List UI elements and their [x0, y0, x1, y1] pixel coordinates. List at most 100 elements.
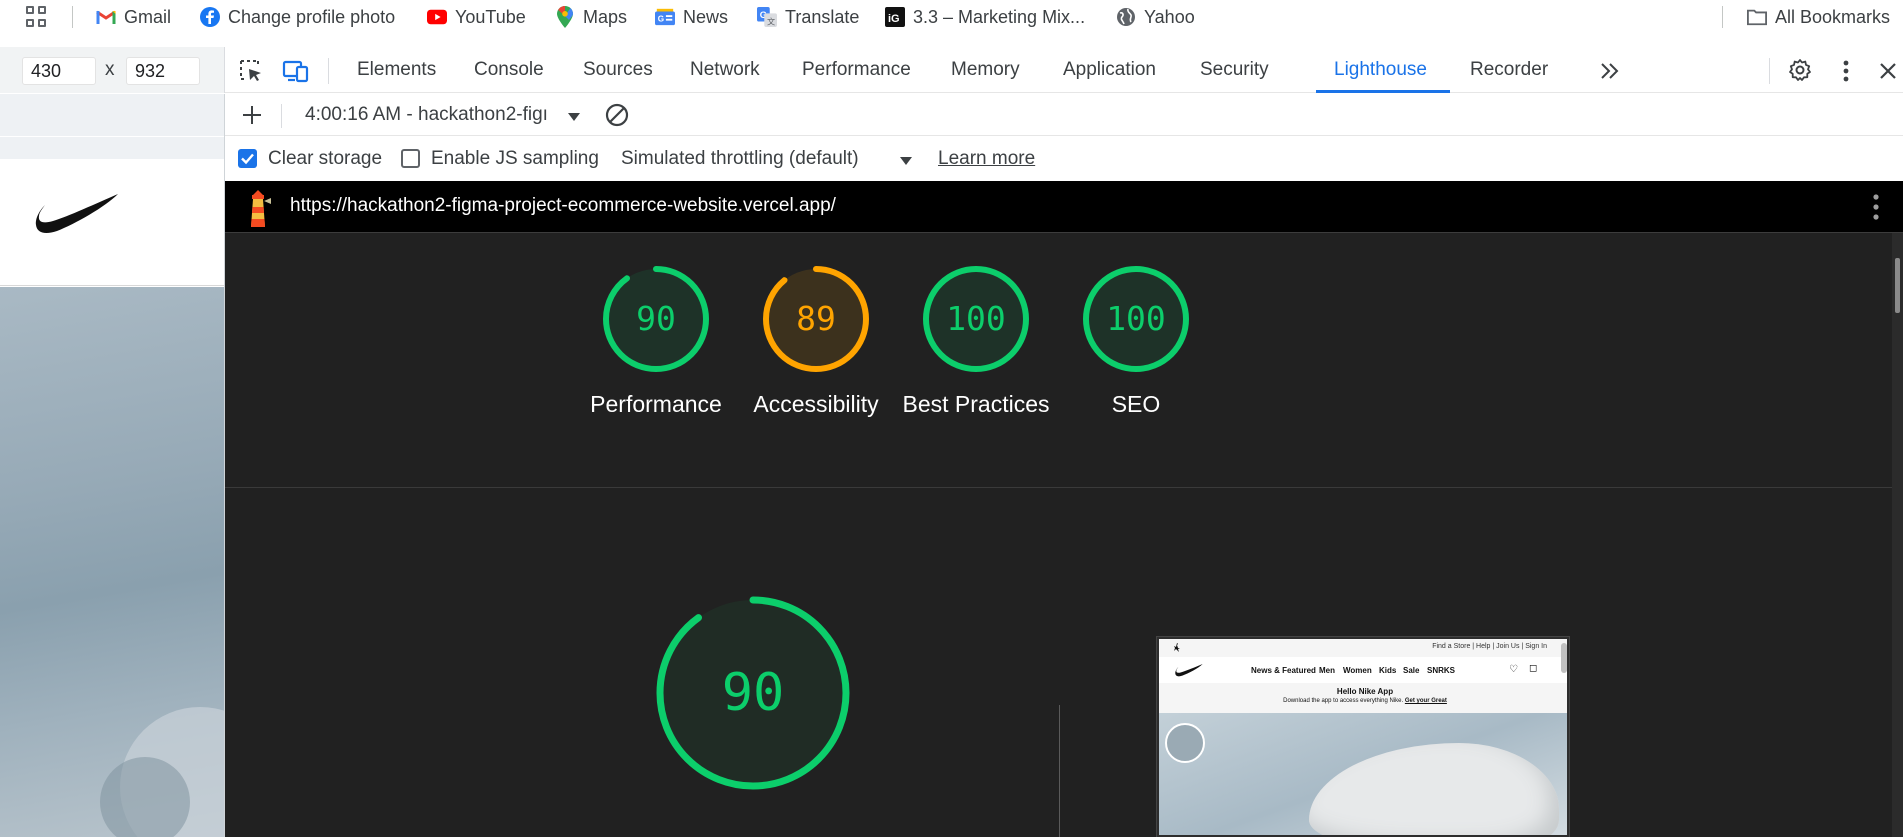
throttling-select[interactable]: Simulated throttling (default)	[621, 148, 859, 170]
bookmarks-divider	[1722, 6, 1723, 28]
tab-security[interactable]: Security	[1200, 59, 1269, 81]
tab-sources[interactable]: Sources	[583, 59, 653, 81]
apps-grid-icon[interactable]	[26, 6, 48, 28]
page-preview-header	[0, 94, 225, 136]
bookmark-news[interactable]: G News	[655, 3, 728, 31]
hero-image-preview	[0, 287, 224, 837]
bookmark-maps[interactable]: Maps	[555, 3, 627, 31]
new-report-plus-icon[interactable]	[240, 103, 264, 127]
device-width-input[interactable]: 430	[22, 57, 96, 85]
page-preview-header	[0, 159, 224, 286]
bookmark-label: YouTube	[455, 6, 526, 27]
bookmark-youtube[interactable]: YouTube	[427, 3, 526, 31]
score-label: Best Practices	[902, 391, 1050, 417]
tab-lighthouse[interactable]: Lighthouse	[1334, 59, 1427, 81]
google-news-icon: G	[655, 7, 675, 27]
bookmark-translate[interactable]: G文 Translate	[757, 3, 859, 31]
report-divider	[225, 487, 1892, 488]
toolbar-divider	[328, 58, 329, 84]
clear-storage-label: Clear storage	[268, 148, 383, 169]
more-tabs-icon[interactable]	[1598, 58, 1622, 84]
bookmarks-divider	[72, 6, 73, 28]
report-menu-icon[interactable]	[1872, 193, 1880, 226]
report-url[interactable]: https://hackathon2-figma-project-ecommer…	[290, 195, 836, 217]
bookmark-marketing-mix[interactable]: iG 3.3 – Marketing Mix...	[885, 3, 1085, 31]
dimension-separator: x	[105, 59, 115, 80]
bookmark-label: Translate	[785, 6, 860, 27]
thumb-navbar: News & Featured Men Women Kids Sale SNRK…	[1159, 657, 1567, 683]
chevron-down-icon[interactable]	[566, 109, 582, 125]
report-scrollbar-thumb[interactable]	[1895, 258, 1900, 313]
js-sampling-checkbox[interactable]	[401, 149, 420, 168]
toolbar-divider	[281, 104, 282, 128]
tab-elements[interactable]: Elements	[357, 59, 436, 81]
all-bookmarks-button[interactable]: All Bookmarks	[1747, 3, 1890, 31]
score-label: SEO	[1111, 391, 1161, 417]
thumb-scrollbar	[1561, 643, 1567, 673]
inspect-element-icon[interactable]	[238, 58, 264, 84]
thumb-promo-text: Download the app to access everything Ni…	[1283, 698, 1404, 704]
tab-recorder[interactable]: Recorder	[1470, 59, 1548, 81]
tab-performance[interactable]: Performance	[802, 59, 911, 81]
clear-reports-icon[interactable]	[604, 102, 630, 128]
report-vertical-divider	[1059, 705, 1060, 837]
score-gauge-best-practices[interactable]: 100 Best Practices	[903, 265, 1050, 417]
thumb-top-links-text: Find a Store | Help | Join Us | Sign In	[1432, 643, 1547, 650]
shoe-image	[1309, 743, 1559, 835]
thumb-promo-link: Get your Great	[1404, 698, 1447, 704]
report-select[interactable]: 4:00:16 AM - hackathon2-figı	[305, 104, 557, 126]
device-toggle-icon[interactable]	[282, 58, 310, 84]
tab-memory[interactable]: Memory	[951, 59, 1020, 81]
jordan-logo-icon	[1173, 643, 1181, 654]
clear-storage-checkbox[interactable]	[238, 149, 257, 168]
tab-network[interactable]: Network	[690, 59, 760, 81]
score-gauge-accessibility[interactable]: 89 Accessibility	[753, 265, 879, 417]
bookmark-change-profile-photo[interactable]: Change profile photo	[200, 3, 395, 31]
bookmark-gmail[interactable]: Gmail	[96, 3, 171, 31]
score-value: 89	[796, 299, 836, 338]
heart-icon: ♡	[1509, 664, 1518, 675]
score-value: 90	[636, 299, 676, 338]
tab-application[interactable]: Application	[1063, 59, 1156, 81]
bookmark-label: Gmail	[124, 6, 172, 27]
bookmark-label: 3.3 – Marketing Mix...	[913, 6, 1086, 27]
score-value: 100	[946, 299, 1006, 338]
main-score-value: 90	[721, 663, 785, 723]
close-devtools-icon[interactable]	[1876, 58, 1900, 84]
thumb-nav-item: Women	[1343, 666, 1372, 675]
chevron-down-icon[interactable]	[898, 153, 914, 169]
thumb-top-links: Find a Store | Help | Join Us | Sign In	[1159, 639, 1567, 657]
final-screenshot-thumbnail: Find a Store | Help | Join Us | Sign In …	[1157, 637, 1569, 837]
pulse-badge	[1165, 723, 1205, 763]
toolbar-divider	[1769, 58, 1770, 84]
svg-text:iG: iG	[888, 13, 900, 25]
score-value: 100	[1106, 299, 1166, 338]
bookmark-label: Change profile photo	[228, 6, 396, 27]
nike-logo	[35, 189, 119, 254]
report-url-bar: https://hackathon2-figma-project-ecommer…	[225, 181, 1903, 233]
svg-text:文: 文	[767, 16, 775, 26]
maps-pin-icon	[555, 6, 575, 28]
learn-more-link[interactable]: Learn more	[938, 148, 1035, 170]
svg-text:G: G	[658, 15, 664, 24]
score-gauge-seo[interactable]: 100 SEO	[1082, 265, 1190, 417]
thumb-hero-photo	[1159, 713, 1567, 835]
facebook-icon	[200, 7, 220, 27]
settings-gear-icon[interactable]	[1787, 57, 1813, 83]
globe-icon	[1116, 7, 1136, 27]
device-height-input[interactable]: 932	[126, 57, 200, 85]
score-gauge-performance[interactable]: 90 Performance	[590, 265, 722, 417]
lighthouse-logo-icon	[244, 189, 272, 234]
thumb-promo-line: Download the app to access everything Ni…	[1159, 698, 1567, 704]
js-sampling-label: Enable JS sampling	[431, 148, 599, 169]
page-preview-header	[0, 137, 225, 159]
tab-console[interactable]: Console	[474, 59, 544, 81]
bookmark-label: Maps	[583, 6, 628, 27]
toolbar-divider	[224, 47, 225, 93]
kebab-menu-icon[interactable]	[1836, 58, 1856, 84]
bookmark-yahoo[interactable]: Yahoo	[1116, 3, 1195, 31]
report-scrollbar[interactable]	[1892, 233, 1903, 837]
thumb-promo: Hello Nike App Download the app to acces…	[1159, 683, 1567, 713]
folder-icon	[1747, 7, 1767, 27]
performance-main-gauge: 90	[653, 593, 853, 793]
